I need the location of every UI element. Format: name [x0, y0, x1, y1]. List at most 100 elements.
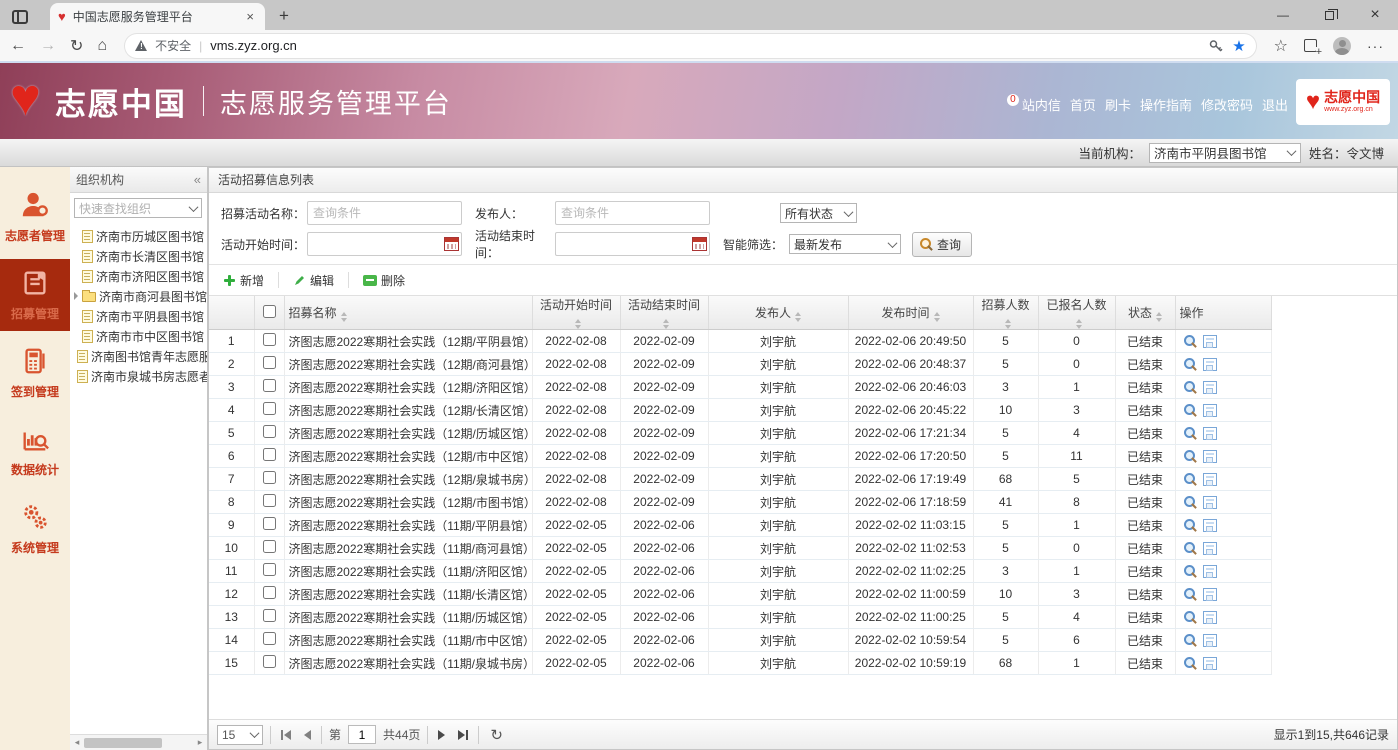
table-row[interactable]: 2 济图志愿2022寒期社会实践（12期/商河县馆） 2022-02-08 20…	[209, 353, 1271, 376]
signup-list-icon[interactable]	[1203, 588, 1217, 601]
window-close-button[interactable]: ×	[1352, 0, 1398, 30]
table-row[interactable]: 1 济图志愿2022寒期社会实践（12期/平阴县馆） 2022-02-08 20…	[209, 330, 1271, 353]
password-key-icon[interactable]	[1208, 38, 1224, 54]
favorite-star-icon[interactable]: ★	[1232, 37, 1245, 55]
table-row[interactable]: 7 济图志愿2022寒期社会实践（12期/泉城书房） 2022-02-08 20…	[209, 468, 1271, 491]
table-row[interactable]: 4 济图志愿2022寒期社会实践（12期/长清区馆） 2022-02-08 20…	[209, 399, 1271, 422]
row-checkbox[interactable]	[263, 448, 276, 461]
signup-list-icon[interactable]	[1203, 634, 1217, 647]
org-tree-item[interactable]: 济南图书馆青年志愿服	[70, 346, 207, 366]
query-button[interactable]: 查询	[912, 232, 972, 257]
table-row[interactable]: 14 济图志愿2022寒期社会实践（11期/市中区馆） 2022-02-05 2…	[209, 629, 1271, 652]
view-icon[interactable]	[1184, 381, 1197, 394]
scroll-right-icon[interactable]: ▸	[193, 737, 207, 748]
row-checkbox[interactable]	[263, 494, 276, 507]
col-name[interactable]: 招募名称	[284, 296, 532, 330]
signup-list-icon[interactable]	[1203, 473, 1217, 486]
row-checkbox[interactable]	[263, 632, 276, 645]
org-tree-item[interactable]: 济南市商河县图书馆	[70, 286, 207, 306]
signup-list-icon[interactable]	[1203, 496, 1217, 509]
nav-change-password-link[interactable]: 修改密码	[1201, 95, 1253, 114]
add-button[interactable]: 新增	[217, 270, 270, 291]
row-checkbox[interactable]	[263, 471, 276, 484]
col-status[interactable]: 状态	[1115, 296, 1175, 330]
scroll-left-icon[interactable]: ◂	[70, 737, 84, 748]
table-row[interactable]: 10 济图志愿2022寒期社会实践（11期/商河县馆） 2022-02-05 2…	[209, 537, 1271, 560]
row-checkbox[interactable]	[263, 655, 276, 668]
view-icon[interactable]	[1184, 404, 1197, 417]
org-tree-item[interactable]: 济南市泉城书房志愿者	[70, 366, 207, 386]
row-checkbox[interactable]	[263, 402, 276, 415]
chevron-down-icon[interactable]	[246, 731, 262, 738]
org-tree-item[interactable]: 济南市济阳区图书馆	[70, 266, 207, 286]
view-icon[interactable]	[1184, 542, 1197, 555]
signup-list-icon[interactable]	[1203, 611, 1217, 624]
browser-tab[interactable]: ♥ 中国志愿服务管理平台 ×	[50, 3, 265, 30]
table-row[interactable]: 11 济图志愿2022寒期社会实践（11期/济阳区馆） 2022-02-05 2…	[209, 560, 1271, 583]
row-checkbox[interactable]	[263, 356, 276, 369]
sort-icon[interactable]	[341, 312, 347, 322]
page-size-select[interactable]: 15	[217, 725, 263, 745]
view-icon[interactable]	[1184, 358, 1197, 371]
row-checkbox[interactable]	[263, 609, 276, 622]
org-tree-item[interactable]: 济南市市中区图书馆	[70, 326, 207, 346]
collections-icon[interactable]	[1304, 39, 1317, 52]
table-row[interactable]: 9 济图志愿2022寒期社会实践（11期/平阴县馆） 2022-02-05 20…	[209, 514, 1271, 537]
table-row[interactable]: 8 济图志愿2022寒期社会实践（12期/市图书馆） 2022-02-08 20…	[209, 491, 1271, 514]
row-checkbox[interactable]	[263, 517, 276, 530]
last-page-button[interactable]	[455, 730, 471, 740]
sidebar-item-system-management[interactable]: 系统管理	[0, 493, 70, 565]
table-row[interactable]: 15 济图志愿2022寒期社会实践（11期/泉城书房） 2022-02-05 2…	[209, 652, 1271, 675]
expander-arrow-icon[interactable]	[74, 292, 78, 300]
sidebar-item-data-statistics[interactable]: 数据统计	[0, 415, 70, 487]
sort-icon[interactable]	[1156, 312, 1162, 322]
view-icon[interactable]	[1184, 611, 1197, 624]
table-row[interactable]: 5 济图志愿2022寒期社会实践（12期/历城区馆） 2022-02-08 20…	[209, 422, 1271, 445]
org-tree-item[interactable]: 济南市历城区图书馆	[70, 226, 207, 246]
col-applied[interactable]: 已报名人数	[1038, 296, 1115, 330]
table-row[interactable]: 12 济图志愿2022寒期社会实践（11期/长清区馆） 2022-02-05 2…	[209, 583, 1271, 606]
sort-icon[interactable]	[575, 319, 581, 329]
refresh-button[interactable]: ↻	[70, 36, 83, 56]
browser-menu-icon[interactable]: ···	[1367, 38, 1384, 54]
chevron-down-icon[interactable]	[840, 210, 856, 217]
view-icon[interactable]	[1184, 450, 1197, 463]
new-tab-button[interactable]: +	[279, 6, 289, 26]
publisher-input[interactable]	[555, 201, 710, 225]
calendar-icon[interactable]	[444, 237, 459, 251]
view-icon[interactable]	[1184, 565, 1197, 578]
view-icon[interactable]	[1184, 657, 1197, 670]
status-select[interactable]: 所有状态	[780, 203, 857, 223]
signup-list-icon[interactable]	[1203, 427, 1217, 440]
table-row[interactable]: 6 济图志愿2022寒期社会实践（12期/市中区馆） 2022-02-08 20…	[209, 445, 1271, 468]
view-icon[interactable]	[1184, 634, 1197, 647]
row-checkbox[interactable]	[263, 425, 276, 438]
window-restore-button[interactable]	[1306, 0, 1352, 30]
sidebar-item-checkin-management[interactable]: 签到管理	[0, 337, 70, 409]
reload-grid-icon[interactable]: ↻	[490, 726, 503, 744]
view-icon[interactable]	[1184, 588, 1197, 601]
url-text[interactable]: vms.zyz.org.cn	[210, 38, 1200, 53]
start-time-field[interactable]	[308, 234, 444, 254]
row-checkbox[interactable]	[263, 540, 276, 553]
signup-list-icon[interactable]	[1203, 358, 1217, 371]
edit-button[interactable]: 编辑	[287, 270, 340, 291]
smart-filter-select[interactable]: 最新发布	[789, 234, 901, 254]
nav-home-link[interactable]: 首页	[1070, 95, 1096, 114]
row-checkbox[interactable]	[263, 379, 276, 392]
chevron-down-icon[interactable]	[185, 205, 201, 212]
start-time-input[interactable]	[307, 232, 462, 256]
signup-list-icon[interactable]	[1203, 404, 1217, 417]
view-icon[interactable]	[1184, 427, 1197, 440]
table-row[interactable]: 13 济图志愿2022寒期社会实践（11期/历城区馆） 2022-02-05 2…	[209, 606, 1271, 629]
end-time-input[interactable]	[555, 232, 710, 256]
sort-icon[interactable]	[1076, 319, 1082, 329]
signup-list-icon[interactable]	[1203, 519, 1217, 532]
sort-icon[interactable]	[795, 312, 801, 322]
home-button[interactable]: ⌂	[97, 37, 107, 55]
org-tree-item[interactable]: 济南市平阴县图书馆	[70, 306, 207, 326]
delete-button[interactable]: 删除	[357, 270, 411, 291]
signup-list-icon[interactable]	[1203, 335, 1217, 348]
chevron-down-icon[interactable]	[884, 241, 900, 248]
nav-swipe-card-link[interactable]: 刷卡	[1105, 95, 1131, 114]
